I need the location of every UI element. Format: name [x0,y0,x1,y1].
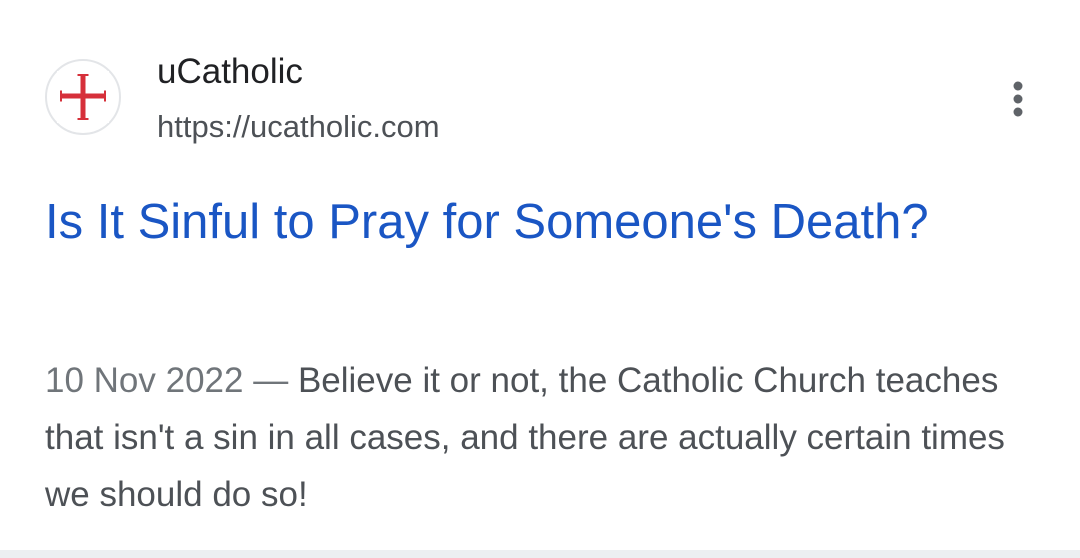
more-options-button[interactable] [998,73,1038,123]
red-cross-icon [57,71,109,123]
site-name[interactable]: uCatholic [157,50,303,94]
search-result-card: uCatholic https://ucatholic.com Is It Si… [0,0,1080,550]
more-vert-icon [1013,81,1023,117]
result-date: 10 Nov 2022 [45,361,244,400]
result-title-link[interactable]: Is It Sinful to Pray for Someone's Death… [45,187,1045,257]
date-separator: — [243,361,298,400]
result-snippet: 10 Nov 2022 — Believe it or not, the Cat… [45,352,1050,523]
site-favicon[interactable] [45,59,121,135]
site-url[interactable]: https://ucatholic.com [157,108,440,146]
result-divider [0,550,1080,558]
